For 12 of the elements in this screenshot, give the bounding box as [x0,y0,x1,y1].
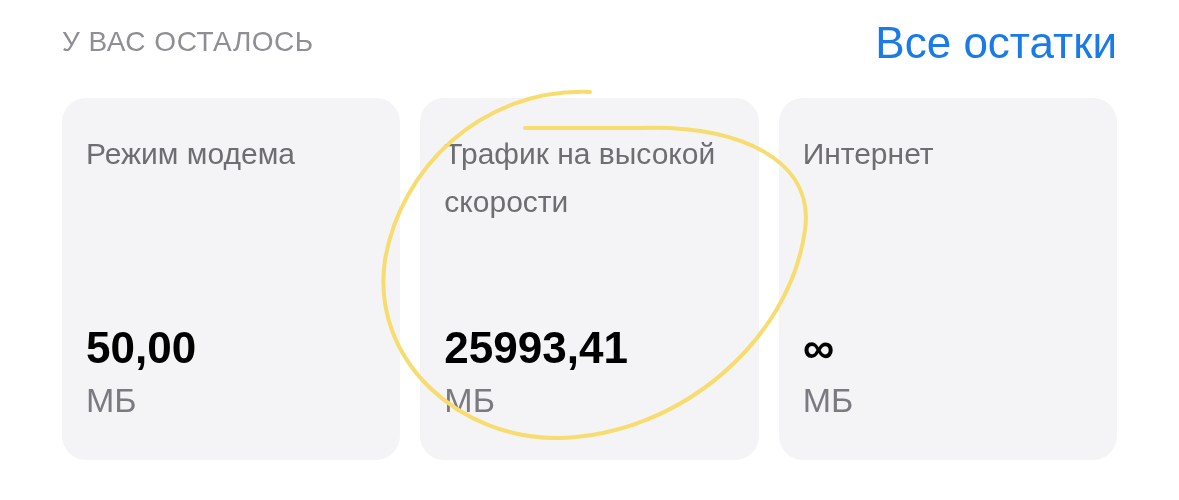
balance-value: 25993,41 [444,322,628,374]
balance-unit: МБ [86,380,137,421]
card-title: Трафик на высокой скорости [444,136,717,220]
section-title: У ВАС ОСТАЛОСЬ [62,26,314,58]
balance-value: 50,00 [86,322,197,374]
card-title: Интернет [802,136,934,172]
balance-card[interactable]: Режим модема 50,00 МБ [62,98,401,460]
balance-card[interactable]: Интернет ∞ МБ [778,98,1117,460]
all-balances-link[interactable]: Все остатки [875,18,1117,68]
balance-value: ∞ [802,322,835,374]
balance-unit: МБ [802,380,854,421]
card-title: Режим модема [86,136,295,172]
